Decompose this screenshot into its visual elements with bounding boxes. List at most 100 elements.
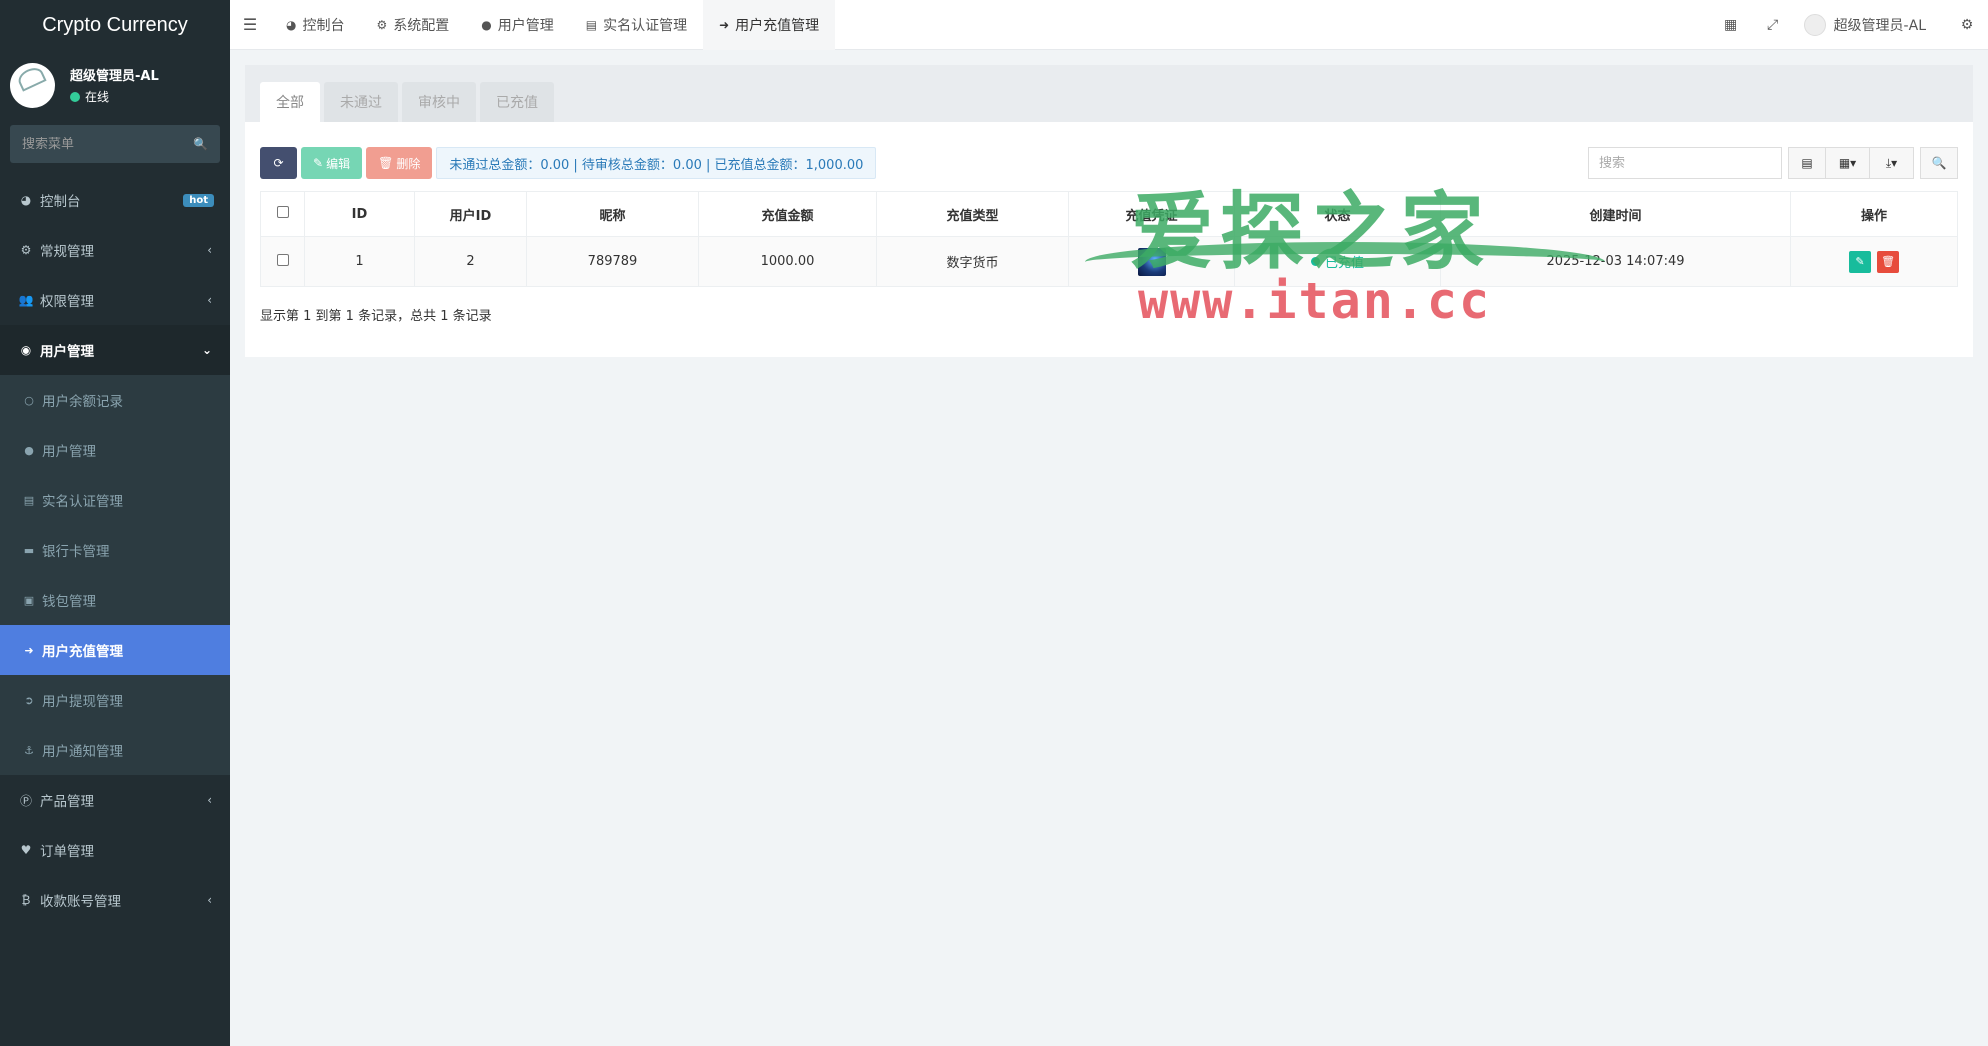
sidebar-item-balance-log[interactable]: ○ 用户余额记录 [0,375,230,425]
col-status[interactable]: 状态 [1234,191,1441,237]
money-icon: ▣ [23,593,35,607]
hot-badge: hot [183,193,214,207]
delete-button[interactable]: 🗑 删除 [366,147,433,179]
avatar [10,62,55,108]
cogs-icon: ⚙ [20,243,32,257]
user-icon: ● [24,443,34,457]
user-status: 在线 [70,88,159,105]
tab-recharged[interactable]: 已充值 [480,82,554,122]
columns-button[interactable]: ▦▾ [1826,147,1870,179]
user-icon: ● [481,17,492,32]
chevron-down-icon: ⌄ [201,343,212,357]
proof-thumbnail[interactable] [1137,247,1166,276]
user-name: 超级管理员-AL [70,69,159,84]
grid-icon: ▦▾ [1838,156,1857,170]
sidebar-item-user-manage[interactable]: ● 用户管理 [0,425,230,475]
menu-toggle-icon[interactable]: ☰ [230,15,270,34]
cell-type: 数字货币 [876,236,1069,287]
fullscreen-icon[interactable]: ⤢ [1752,17,1794,33]
group-icon: 👥 [18,293,34,307]
chevron-left-icon: ‹ [207,243,212,257]
sidebar-item-wallet[interactable]: ▣ 钱包管理 [0,575,230,625]
pencil-icon: ✎ [313,156,324,170]
sidebar-item-accounts[interactable]: ₿ 收款账号管理 ‹ [0,875,230,925]
status-badge: 已充值 [1310,252,1364,271]
circle-icon: ○ [24,393,34,407]
search-input[interactable] [1588,147,1782,179]
sidebar-search: 🔍 [10,125,220,163]
sidebar-item-products[interactable]: Ⓟ 产品管理 ‹ [0,775,230,825]
user-panel: 超级管理员-AL 在线 [0,50,230,120]
trash-icon: 🗑 [378,156,394,170]
pencil-icon: ✎ [1855,255,1865,268]
product-icon: Ⓟ [19,793,32,808]
sign-out-icon: ➲ [24,693,34,707]
tab-recharge[interactable]: ➜ 用户充值管理 [703,0,836,50]
col-type[interactable]: 充值类型 [876,191,1069,237]
id-card-icon: ▤ [23,493,35,507]
sidebar-item-bankcard[interactable]: ▬ 银行卡管理 [0,525,230,575]
cell-created: 2025-12-03 14:07:49 [1440,236,1791,287]
credit-card-icon: ▬ [23,543,35,557]
search-icon: 🔍 [1931,156,1947,170]
refresh-icon: ⟳ [273,156,284,170]
tab-rejected[interactable]: 未通过 [324,82,398,122]
anchor-icon: ⚓ [24,743,34,757]
trash-icon: 🗑 [1881,255,1896,268]
dashboard-icon: ◕ [286,17,297,32]
user-circle-icon: ◉ [20,343,32,357]
refresh-button[interactable]: ⟳ [260,147,297,179]
col-proof[interactable]: 充值凭证 [1068,191,1235,237]
heartbeat-icon: ♥ [20,843,32,857]
col-amount[interactable]: 充值金额 [698,191,877,237]
avatar [1803,14,1826,36]
row-delete-button[interactable]: 🗑 [1877,250,1900,273]
col-actions: 操作 [1790,191,1958,237]
gear-icon: ⚙ [376,17,388,32]
status-tabs: 全部 未通过 审核中 已充值 [245,65,1973,122]
col-id[interactable]: ID [304,191,415,237]
cogs-icon[interactable]: ⚙ [1946,17,1988,33]
toolbar: ⟳ ✎ 编辑 🗑 删除 未通过总金额：0.00 | 待审核总金额：0.00 | 已充… [260,147,1958,179]
chevron-left-icon: ‹ [207,793,212,807]
language-icon[interactable]: ▦ [1710,17,1752,33]
edit-button[interactable]: ✎ 编辑 [301,147,363,179]
cell-amount: 1000.00 [698,236,877,287]
sidebar-search-input[interactable] [22,136,182,152]
sidebar-item-withdraw[interactable]: ➲ 用户提现管理 [0,675,230,725]
tab-all[interactable]: 全部 [260,82,320,122]
search-icon[interactable]: 🔍 [193,137,208,151]
sidebar-item-dashboard[interactable]: ◕ 控制台 hot [0,175,230,225]
tab-user-manage[interactable]: ● 用户管理 [465,0,569,50]
table-icon: ▤ [1801,156,1813,170]
sign-in-icon: ➜ [719,17,730,32]
topbar-user-menu[interactable]: 超级管理员-AL [1794,14,1946,36]
sidebar-item-users[interactable]: ◉ 用户管理 ⌄ [0,325,230,375]
dashboard-icon: ◕ [20,193,32,207]
select-all-checkbox[interactable] [276,206,289,218]
sidebar-item-kyc[interactable]: ▤ 实名认证管理 [0,475,230,525]
sidebar-item-permissions[interactable]: 👥 权限管理 ‹ [0,275,230,325]
col-created[interactable]: 创建时间 [1440,191,1791,237]
sidebar-item-orders[interactable]: ♥ 订单管理 [0,825,230,875]
sidebar-item-notice[interactable]: ⚓ 用户通知管理 [0,725,230,775]
row-edit-button[interactable]: ✎ [1848,250,1871,273]
search-button[interactable]: 🔍 [1920,147,1958,179]
col-nickname[interactable]: 昵称 [526,191,699,237]
recharge-table: ID 用户ID 昵称 充值金额 充值类型 充值凭证 状态 创建时间 操作 1 2… [260,191,1958,287]
cell-user-id: 2 [414,236,527,287]
tab-kyc[interactable]: ▤ 实名认证管理 [570,0,703,50]
tab-dashboard[interactable]: ◕ 控制台 [270,0,360,50]
sidebar-item-general[interactable]: ⚙ 常规管理 ‹ [0,225,230,275]
toggle-view-button[interactable]: ▤ [1788,147,1826,179]
bitcoin-icon: ₿ [21,893,31,907]
users-submenu: ○ 用户余额记录 ● 用户管理 ▤ 实名认证管理 ▬ 银行卡管理 ▣ 钱包管理 ➜ 用户充值… [0,375,230,775]
col-user-id[interactable]: 用户ID [414,191,527,237]
app-logo[interactable]: Crypto Currency [0,0,230,50]
chevron-left-icon: ‹ [207,893,212,907]
row-checkbox[interactable] [276,253,289,266]
sidebar-item-recharge[interactable]: ➜ 用户充值管理 [0,625,230,675]
tab-reviewing[interactable]: 审核中 [402,82,476,122]
export-button[interactable]: ⤓▾ [1870,147,1914,179]
tab-system-config[interactable]: ⚙ 系统配置 [360,0,465,50]
